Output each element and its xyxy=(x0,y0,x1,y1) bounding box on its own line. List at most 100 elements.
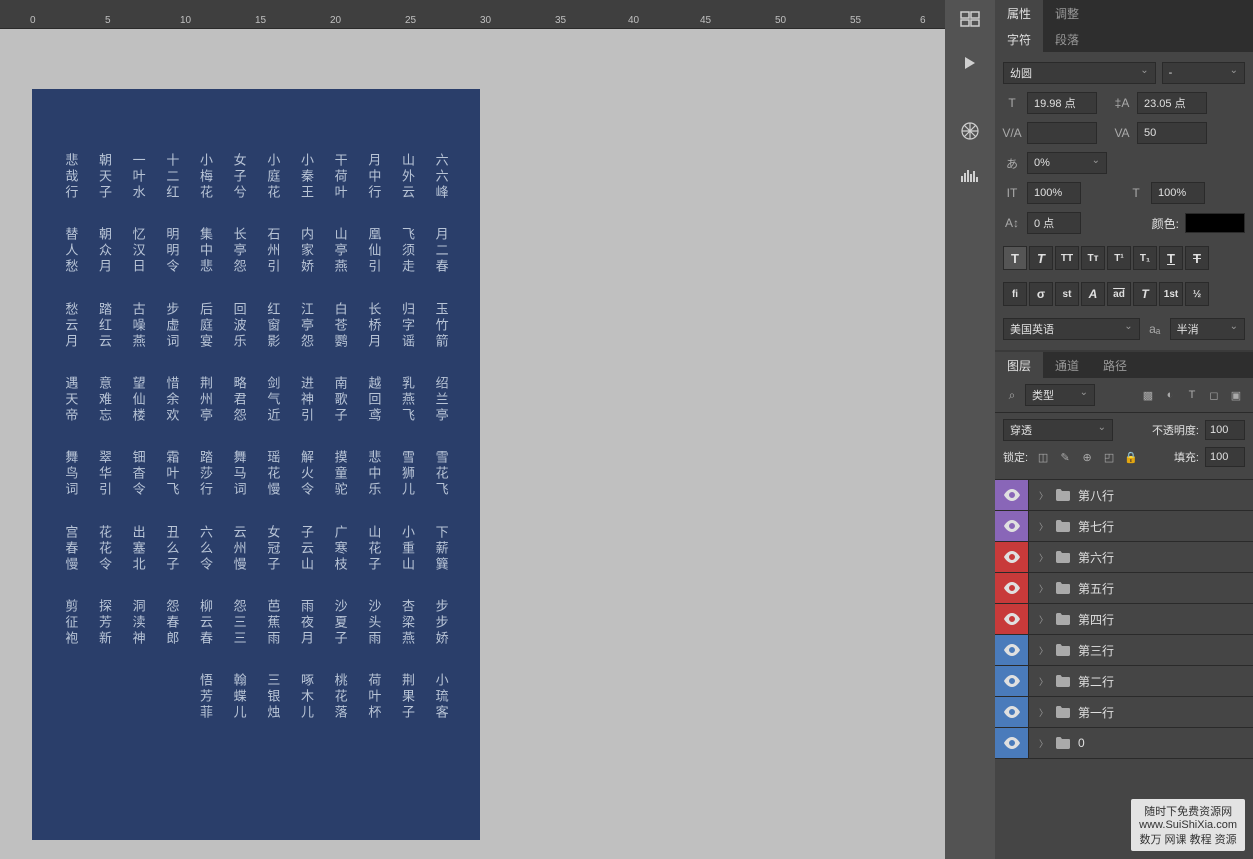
filter-smart-icon[interactable]: ▣ xyxy=(1227,386,1245,404)
strikethrough-toggle[interactable]: T xyxy=(1185,246,1209,270)
smallcaps-toggle[interactable]: Tᴛ xyxy=(1081,246,1105,270)
layer-row[interactable]: 〉第四行 xyxy=(995,604,1253,635)
canvas-text-item: 沙头雨 xyxy=(364,595,383,651)
layer-row[interactable]: 〉第七行 xyxy=(995,511,1253,542)
tab-properties[interactable]: 属性 xyxy=(995,0,1043,26)
layer-row[interactable]: 〉第二行 xyxy=(995,666,1253,697)
layer-row[interactable]: 〉第八行 xyxy=(995,480,1253,511)
canvas-text-item: 集中悲 xyxy=(196,223,215,279)
kerning-input[interactable] xyxy=(1027,122,1097,144)
color-label: 颜色: xyxy=(1152,215,1179,232)
canvas-text-item: 解火令 xyxy=(297,446,316,502)
chevron-right-icon[interactable]: 〉 xyxy=(1039,675,1048,688)
italic-toggle[interactable]: T xyxy=(1029,246,1053,270)
layer-visibility-toggle[interactable] xyxy=(995,480,1029,510)
canvas-text-item: 一叶水 xyxy=(129,149,148,205)
chevron-right-icon[interactable]: 〉 xyxy=(1039,737,1048,750)
antialias-dropdown[interactable]: 半消 xyxy=(1170,318,1245,340)
filter-type-dropdown[interactable]: 类型 xyxy=(1025,384,1095,406)
layer-row[interactable]: 〉0 xyxy=(995,728,1253,759)
compass-icon[interactable] xyxy=(957,118,983,144)
chevron-right-icon[interactable]: 〉 xyxy=(1039,644,1048,657)
aa-icon: aₐ xyxy=(1146,320,1164,338)
font-style-dropdown[interactable]: - xyxy=(1162,62,1245,84)
layer-visibility-toggle[interactable] xyxy=(995,511,1029,541)
layer-visibility-toggle[interactable] xyxy=(995,635,1029,665)
chevron-right-icon[interactable]: 〉 xyxy=(1039,613,1048,626)
tab-paths[interactable]: 路径 xyxy=(1091,352,1139,378)
scale-v-input[interactable] xyxy=(1027,182,1081,204)
canvas-text-item: 山外云 xyxy=(398,149,417,205)
layer-row[interactable]: 〉第三行 xyxy=(995,635,1253,666)
layer-visibility-toggle[interactable] xyxy=(995,604,1029,634)
layer-visibility-toggle[interactable] xyxy=(995,728,1029,758)
layer-visibility-toggle[interactable] xyxy=(995,697,1029,727)
underline-toggle[interactable]: T xyxy=(1159,246,1183,270)
tsume-dropdown[interactable]: 0% xyxy=(1027,152,1107,174)
fill-input[interactable] xyxy=(1205,447,1245,467)
histogram-icon[interactable] xyxy=(957,162,983,188)
filter-adjust-icon[interactable]: ◐ xyxy=(1161,386,1179,404)
filter-shape-icon[interactable]: ◻ xyxy=(1205,386,1223,404)
chevron-right-icon[interactable]: 〉 xyxy=(1039,706,1048,719)
canvas-text-item: 雪花飞 xyxy=(432,446,451,502)
leading-input[interactable] xyxy=(1137,92,1207,114)
lock-all-icon[interactable]: 🔒 xyxy=(1122,448,1140,466)
lock-pixels-icon[interactable]: ✎ xyxy=(1056,448,1074,466)
layer-visibility-toggle[interactable] xyxy=(995,542,1029,572)
canvas-text-item: 内家娇 xyxy=(297,223,316,279)
canvas-text-item: 荷叶杯 xyxy=(364,669,383,725)
stylistic-toggle[interactable]: st xyxy=(1055,282,1079,306)
chevron-right-icon[interactable]: 〉 xyxy=(1039,582,1048,595)
titling-toggle[interactable]: A xyxy=(1081,282,1105,306)
play-icon[interactable] xyxy=(957,50,983,76)
language-dropdown[interactable]: 美国英语 xyxy=(1003,318,1140,340)
panels-icon[interactable] xyxy=(957,6,983,32)
lock-transparency-icon[interactable]: ◫ xyxy=(1034,448,1052,466)
tab-character[interactable]: 字符 xyxy=(995,26,1043,52)
filter-pixel-icon[interactable]: ▩ xyxy=(1139,386,1157,404)
chevron-right-icon[interactable]: 〉 xyxy=(1039,520,1048,533)
font-dropdown[interactable]: 幼圆 xyxy=(1003,62,1156,84)
opacity-input[interactable] xyxy=(1205,420,1245,440)
layer-row[interactable]: 〉第六行 xyxy=(995,542,1253,573)
font-size-input[interactable] xyxy=(1027,92,1097,114)
first-toggle[interactable]: 1st xyxy=(1159,282,1183,306)
document-canvas[interactable]: 悲哉行朝天子一叶水十二红小梅花女子兮小庭花小秦王干荷叶月中行山外云六六峰替人愁朝… xyxy=(32,89,480,840)
color-swatch[interactable] xyxy=(1185,213,1245,233)
tab-channels[interactable]: 通道 xyxy=(1043,352,1091,378)
layer-visibility-toggle[interactable] xyxy=(995,573,1029,603)
canvas-text-item: 踏莎行 xyxy=(196,446,215,502)
bold-toggle[interactable]: T xyxy=(1003,246,1027,270)
canvas-text-item: 广寒枝 xyxy=(331,521,350,577)
filter-type-icon[interactable]: T xyxy=(1183,386,1201,404)
canvas-text-item: 步虚词 xyxy=(162,298,181,354)
scale-h-input[interactable] xyxy=(1151,182,1205,204)
layer-row[interactable]: 〉第一行 xyxy=(995,697,1253,728)
tsume-icon: あ xyxy=(1003,154,1021,172)
layer-visibility-toggle[interactable] xyxy=(995,666,1029,696)
superscript-toggle[interactable]: T¹ xyxy=(1107,246,1131,270)
canvas-text-item: 三银烛 xyxy=(263,669,282,725)
character-panel: 幼圆 - T ‡A V/A VA あ 0% IT T xyxy=(995,52,1253,350)
tab-paragraph[interactable]: 段落 xyxy=(1043,26,1091,52)
canvas-text-item: 红窗影 xyxy=(263,298,282,354)
tracking-input[interactable] xyxy=(1137,122,1207,144)
blend-mode-dropdown[interactable]: 穿透 xyxy=(1003,419,1113,441)
chevron-right-icon[interactable]: 〉 xyxy=(1039,551,1048,564)
subscript-toggle[interactable]: T₁ xyxy=(1133,246,1157,270)
layer-row[interactable]: 〉第五行 xyxy=(995,573,1253,604)
chevron-right-icon[interactable]: 〉 xyxy=(1039,489,1048,502)
ligature-toggle[interactable]: fi xyxy=(1003,282,1027,306)
canvas-text-item: 探芳新 xyxy=(95,595,114,651)
ordinals-toggle[interactable]: ad xyxy=(1107,282,1131,306)
oldstyle-toggle[interactable]: T xyxy=(1133,282,1157,306)
swash-toggle[interactable]: σ xyxy=(1029,282,1053,306)
tab-layers[interactable]: 图层 xyxy=(995,352,1043,378)
fraction-toggle[interactable]: ½ xyxy=(1185,282,1209,306)
tab-adjust[interactable]: 调整 xyxy=(1043,0,1091,26)
lock-artboard-icon[interactable]: ◰ xyxy=(1100,448,1118,466)
baseline-input[interactable] xyxy=(1027,212,1081,234)
lock-position-icon[interactable]: ⊕ xyxy=(1078,448,1096,466)
allcaps-toggle[interactable]: TT xyxy=(1055,246,1079,270)
